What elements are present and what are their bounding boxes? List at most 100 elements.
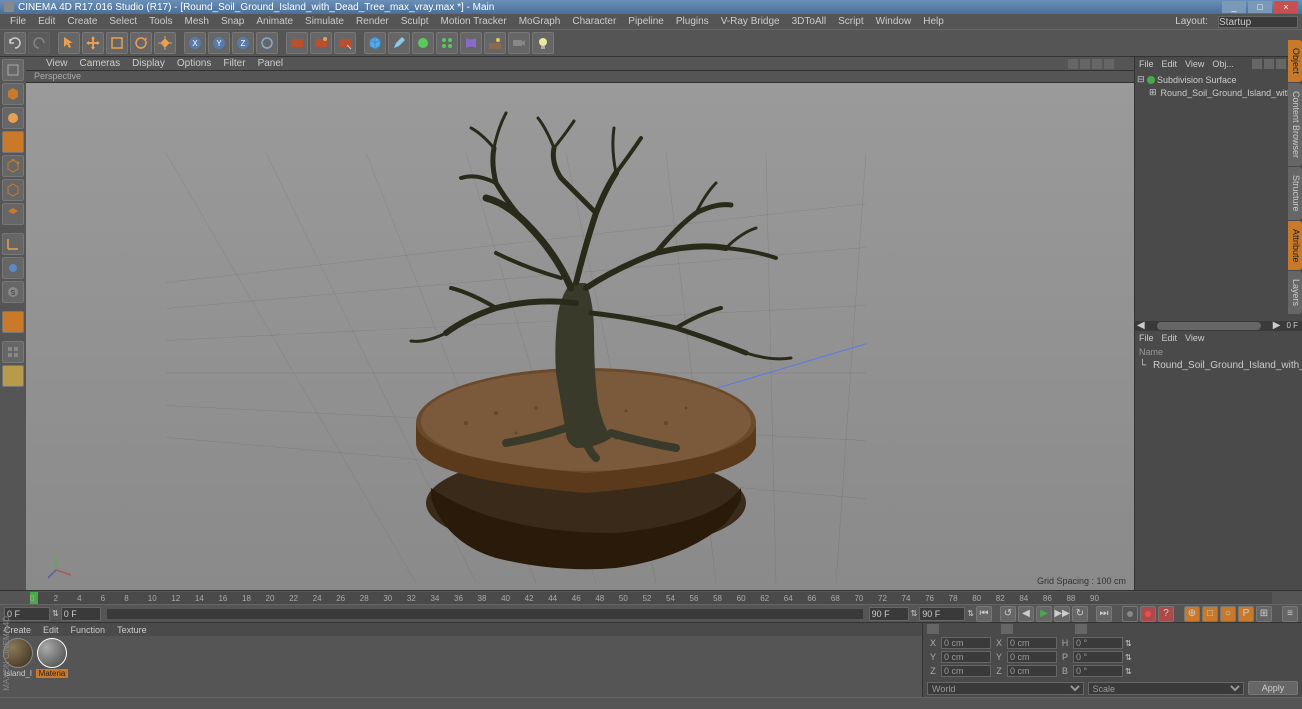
vp-menu-filter[interactable]: Filter (223, 58, 245, 69)
snap-button[interactable]: S (2, 281, 24, 303)
search-icon[interactable] (1252, 59, 1262, 69)
undo-button[interactable] (4, 32, 26, 54)
subdivision-button[interactable] (412, 32, 434, 54)
side-tab-structure[interactable]: Structure (1288, 167, 1302, 220)
animation-layer-button[interactable]: ≡ (1282, 606, 1298, 622)
make-editable-button[interactable] (2, 59, 24, 81)
vp-nav-icon[interactable] (1068, 59, 1078, 69)
render-settings-button[interactable] (334, 32, 356, 54)
coord-mode-tab[interactable] (1001, 624, 1013, 634)
menu-pipeline[interactable]: Pipeline (622, 16, 670, 27)
object-item-island[interactable]: ⊞ Round_Soil_Ground_Island_with_Dead (1137, 86, 1300, 99)
menu-character[interactable]: Character (566, 16, 622, 27)
menu-mesh[interactable]: Mesh (179, 16, 215, 27)
prev-key-button[interactable]: ↺ (1000, 606, 1016, 622)
coord-field[interactable] (1007, 637, 1057, 649)
vp-nav-icon[interactable] (1080, 59, 1090, 69)
mat-tab-texture[interactable]: Texture (117, 625, 147, 635)
material-item[interactable]: Materia (36, 638, 68, 680)
menu-mograph[interactable]: MoGraph (513, 16, 567, 27)
coord-field[interactable] (1073, 665, 1123, 677)
point-mode-button[interactable] (2, 155, 24, 177)
layer-tab-edit[interactable]: Edit (1162, 333, 1178, 343)
environment-button[interactable] (484, 32, 506, 54)
polygon-mode-button[interactable] (2, 203, 24, 225)
obj-tab-file[interactable]: File (1139, 59, 1154, 69)
tweak-button[interactable] (2, 257, 24, 279)
goto-start-button[interactable]: ⏮ (976, 606, 992, 622)
layout-select[interactable]: Startup (1218, 16, 1298, 28)
last-tool[interactable] (154, 32, 176, 54)
menu-edit[interactable]: Edit (32, 16, 61, 27)
key-pla-button[interactable]: ⊞ (1256, 606, 1272, 622)
key-rot-button[interactable]: ○ (1220, 606, 1236, 622)
viewport-solo-button[interactable] (2, 341, 24, 363)
menu-file[interactable]: File (4, 16, 32, 27)
coord-scale-select[interactable]: Scale (1088, 682, 1245, 695)
light-button[interactable] (532, 32, 554, 54)
maximize-button[interactable]: □ (1248, 1, 1272, 13)
close-button[interactable]: × (1274, 1, 1298, 13)
coord-mode-tab[interactable] (927, 624, 939, 634)
camera-button[interactable] (508, 32, 530, 54)
spinner-icon[interactable]: ⇅ (1125, 653, 1135, 662)
live-select-tool[interactable] (58, 32, 80, 54)
spinner-icon[interactable]: ⇅ (1125, 667, 1135, 676)
object-tree[interactable]: ⊟ Subdivision Surface ⊞ Round_Soil_Groun… (1135, 71, 1302, 321)
texture-mode-button[interactable] (2, 107, 24, 129)
keyframe-sel-button[interactable]: ? (1158, 606, 1174, 622)
coord-field[interactable] (941, 665, 991, 677)
frame-range-field[interactable] (919, 607, 965, 621)
goto-end-button[interactable]: ⏭ (1096, 606, 1112, 622)
coord-mode-tab[interactable] (1075, 624, 1087, 634)
layer-tab-view[interactable]: View (1185, 333, 1204, 343)
render-view-button[interactable] (286, 32, 308, 54)
workplane-snap-button[interactable] (2, 311, 24, 333)
array-button[interactable] (436, 32, 458, 54)
frame-end-field[interactable] (869, 607, 909, 621)
menu-3dtoall[interactable]: 3DToAll (786, 16, 832, 27)
model-mode-button[interactable] (2, 83, 24, 105)
obj-tab-obj[interactable]: Obj... (1212, 59, 1234, 69)
menu-simulate[interactable]: Simulate (299, 16, 350, 27)
menu-window[interactable]: Window (870, 16, 918, 27)
apply-button[interactable]: Apply (1248, 681, 1298, 695)
obj-tab-edit[interactable]: Edit (1162, 59, 1178, 69)
coord-field[interactable] (941, 637, 991, 649)
move-tool[interactable] (82, 32, 104, 54)
eye-icon[interactable] (1276, 59, 1286, 69)
play-button[interactable]: ▶ (1036, 606, 1052, 622)
mat-tab-function[interactable]: Function (71, 625, 106, 635)
frame-current-field[interactable] (61, 607, 101, 621)
vp-menu-display[interactable]: Display (132, 58, 165, 69)
side-tab-attribute[interactable]: Attribute (1288, 221, 1302, 271)
redo-button[interactable] (28, 32, 50, 54)
menu-plugins[interactable]: Plugins (670, 16, 715, 27)
y-axis-button[interactable]: Y (208, 32, 230, 54)
obj-tab-view[interactable]: View (1185, 59, 1204, 69)
locked-workplane-button[interactable] (2, 365, 24, 387)
menu-create[interactable]: Create (61, 16, 103, 27)
viewport-3d[interactable]: Grid Spacing : 100 cm (26, 83, 1134, 590)
cube-primitive-button[interactable] (364, 32, 386, 54)
key-pos-button[interactable]: ⊕ (1184, 606, 1200, 622)
record-button[interactable] (1122, 606, 1138, 622)
menu-tools[interactable]: Tools (143, 16, 178, 27)
menu-render[interactable]: Render (350, 16, 395, 27)
menu-motion-tracker[interactable]: Motion Tracker (435, 16, 513, 27)
vp-menu-options[interactable]: Options (177, 58, 211, 69)
autokey-button[interactable] (1140, 606, 1156, 622)
vp-nav-icon[interactable] (1092, 59, 1102, 69)
workplane-button[interactable] (2, 131, 24, 153)
side-tab-object[interactable]: Object (1288, 40, 1302, 82)
playback-slider[interactable] (107, 609, 863, 619)
axis-button[interactable] (2, 233, 24, 255)
menu-sculpt[interactable]: Sculpt (395, 16, 435, 27)
home-icon[interactable] (1264, 59, 1274, 69)
coord-field[interactable] (941, 651, 991, 663)
timeline[interactable]: 0246810121416182022242628303234363840424… (0, 590, 1302, 604)
next-frame-button[interactable]: ▶▶ (1054, 606, 1070, 622)
deformer-button[interactable] (460, 32, 482, 54)
scrollbar-h[interactable]: ◀▶0 F (1135, 321, 1302, 331)
coord-field[interactable] (1007, 665, 1057, 677)
